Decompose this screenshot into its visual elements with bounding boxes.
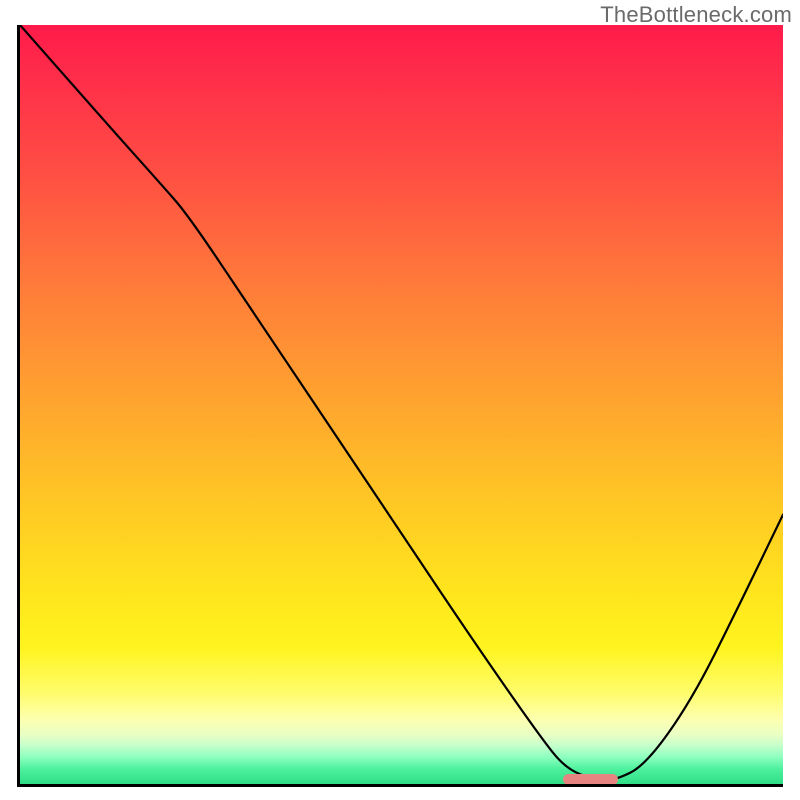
chart-container: TheBottleneck.com bbox=[0, 0, 800, 800]
bottleneck-curve bbox=[20, 25, 783, 784]
plot-area bbox=[20, 25, 783, 784]
watermark-text: TheBottleneck.com bbox=[600, 2, 792, 28]
minimum-marker bbox=[563, 774, 619, 784]
